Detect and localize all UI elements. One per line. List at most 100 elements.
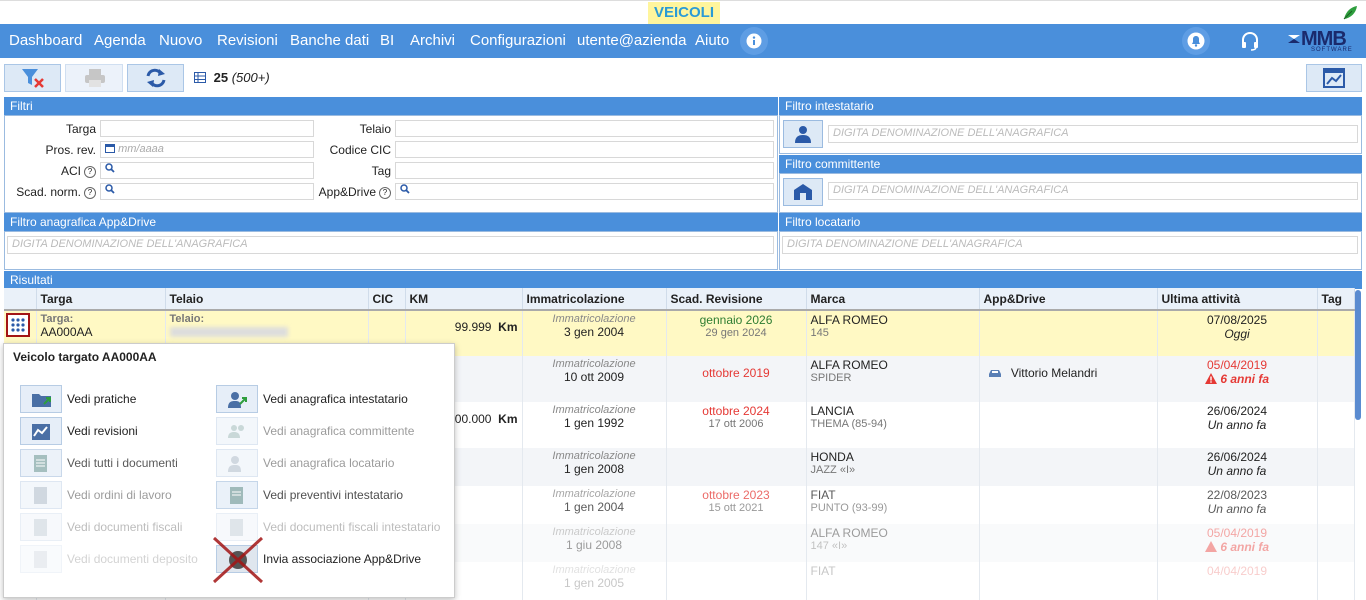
appdrive-cell	[979, 310, 1158, 356]
appdrive-filter-header: Filtro anagrafica App&Drive	[4, 213, 778, 231]
menu-dashboard[interactable]: Dashboard	[9, 24, 82, 58]
aci-search-input[interactable]	[100, 162, 314, 179]
modello-value: THEMA (85-94)	[810, 418, 887, 430]
scad-norm-search-input[interactable]	[100, 183, 314, 200]
menu-archivi[interactable]: Archivi	[410, 24, 455, 58]
appdrive-label-text: App&Drive	[318, 185, 376, 199]
ultima-attivita-cell: 05/04/2019 6 anni fa	[1157, 356, 1318, 402]
marca-value: ALFA ROMEO	[810, 313, 888, 327]
marca-cell: ALFA ROMEO 145	[806, 310, 980, 356]
menu-vedi-tutti-documenti-label: Vedi tutti i documenti	[67, 456, 178, 470]
menu-vedi-documenti-deposito-label: Vedi documenti deposito	[67, 552, 198, 566]
codice-cic-input[interactable]	[395, 141, 774, 158]
col-scad-revisione[interactable]: Scad. Revisione	[666, 288, 807, 310]
support-button[interactable]	[1236, 27, 1264, 55]
rev-value: ottobre 2019	[702, 366, 770, 380]
attivita-relative: Un anno fa	[1207, 464, 1267, 478]
chart-view-button[interactable]	[1306, 64, 1362, 92]
committente-input[interactable]: DIGITA DENOMINAZIONE DELL'ANAGRAFICA	[828, 182, 1358, 200]
menu-vedi-documenti-fiscali-intestatario-label: Vedi documenti fiscali intestatario	[263, 520, 441, 534]
imm-caption: Immatricolazione	[552, 358, 636, 370]
col-targa[interactable]: Targa	[36, 288, 166, 310]
scad-norm-help-icon[interactable]: ?	[84, 186, 96, 199]
menu-nuovo[interactable]: Nuovo	[159, 24, 202, 58]
info-button[interactable]	[740, 27, 768, 55]
menu-user[interactable]: utente@azienda	[577, 24, 686, 58]
menu-bi[interactable]: BI	[380, 24, 394, 58]
people-icon-box	[216, 417, 258, 445]
refresh-button[interactable]	[127, 64, 184, 92]
bell-icon	[1187, 32, 1205, 50]
locatario-input[interactable]: DIGITA DENOMINAZIONE DELL'ANAGRAFICA	[782, 236, 1358, 254]
col-immatricolazione[interactable]: Immatricolazione	[522, 288, 667, 310]
ultima-attivita-cell: 26/06/2024 Un anno fa	[1157, 402, 1318, 448]
appdrive-help-icon[interactable]: ?	[379, 186, 391, 199]
appdrive-anagrafica-input[interactable]: DIGITA DENOMINAZIONE DELL'ANAGRAFICA	[7, 236, 774, 254]
marca-cell: LANCIA THEMA (85-94)	[806, 402, 980, 448]
telaio-label: Telaio	[359, 122, 391, 136]
col-tag[interactable]: Tag	[1317, 288, 1355, 310]
notifications-button[interactable]	[1182, 27, 1210, 55]
building-icon	[794, 184, 812, 200]
tag-cell	[1317, 562, 1355, 600]
clear-filters-button[interactable]	[4, 64, 61, 92]
imm-value: 1 gen 1992	[563, 416, 625, 430]
menu-agenda[interactable]: Agenda	[94, 24, 146, 58]
targa-input[interactable]	[100, 120, 314, 137]
menu-revisioni[interactable]: Revisioni	[217, 24, 278, 58]
marca-value: FIAT	[810, 488, 836, 502]
aci-label-text: ACI	[60, 164, 81, 178]
appdrive-cell	[979, 486, 1158, 524]
col-appdrive[interactable]: App&Drive	[979, 288, 1158, 310]
immatricolazione-cell: Immatricolazione 1 gen 2005	[522, 562, 667, 600]
table-icon	[194, 72, 206, 83]
immatricolazione-cell: Immatricolazione 1 giu 2008	[522, 524, 667, 562]
marca-value: ALFA ROMEO	[810, 358, 888, 372]
warning-icon	[1204, 373, 1217, 384]
modello-value: 147 «I»	[810, 540, 848, 552]
committente-building-button[interactable]	[783, 178, 823, 206]
col-telaio[interactable]: Telaio	[165, 288, 369, 310]
appdrive-label: App&Drive?	[316, 185, 391, 199]
appdrive-cell	[979, 448, 1158, 486]
appdrive-user[interactable]: Vittorio Melandri	[1011, 366, 1097, 380]
menu-configurazioni[interactable]: Configurazioni	[470, 24, 566, 58]
logo-subtext: SOFTWARE	[1311, 47, 1353, 53]
imm-caption: Immatricolazione	[552, 404, 636, 416]
locatario-icon-box	[216, 449, 258, 477]
intestatario-person-button[interactable]	[783, 120, 823, 148]
ultima-attivita-cell: 07/08/2025 Oggi	[1157, 310, 1318, 356]
quote-icon-box	[216, 481, 258, 509]
menu-vedi-anagrafica-committente-label: Vedi anagrafica committente	[263, 424, 415, 438]
row-menu-button[interactable]	[6, 313, 30, 337]
menu-vedi-ordini-lavoro-label: Vedi ordini di lavoro	[67, 488, 172, 502]
menu-banche-dati[interactable]: Banche dati	[290, 24, 369, 58]
targa-label: Targa	[65, 122, 96, 136]
tag-input[interactable]	[395, 162, 774, 179]
chart-window-icon	[1323, 68, 1345, 88]
locatario-filter-header: Filtro locatario	[779, 213, 1362, 231]
print-button[interactable]	[65, 64, 123, 92]
imm-value: 1 gen 2004	[563, 500, 625, 514]
telaio-input[interactable]	[395, 120, 774, 137]
col-cic[interactable]: CIC	[368, 288, 406, 310]
fiscal-doc-icon-box	[20, 513, 62, 541]
aci-help-icon[interactable]: ?	[84, 165, 96, 178]
tag-cell	[1317, 310, 1355, 356]
menu-aiuto[interactable]: Aiuto	[695, 24, 729, 58]
modello-value: PUNTO (93-99)	[810, 502, 888, 514]
quote-document-icon	[230, 487, 243, 504]
leaf-icon	[1343, 6, 1357, 20]
title-bar: VEICOLI	[0, 0, 1366, 25]
table-header-row: Targa Telaio CIC KM Immatricolazione Sca…	[4, 288, 1355, 310]
col-marca[interactable]: Marca	[806, 288, 980, 310]
pros-rev-input[interactable]: mm/aaaa	[100, 141, 314, 158]
col-ultima-attivita[interactable]: Ultima attività	[1157, 288, 1318, 310]
ultima-attivita-cell: 05/04/2019 6 anni fa	[1157, 524, 1318, 562]
col-km[interactable]: KM	[405, 288, 523, 310]
intestatario-input[interactable]: DIGITA DENOMINAZIONE DELL'ANAGRAFICA	[828, 125, 1358, 143]
km-value: 99.999	[454, 320, 492, 334]
appdrive-search-input[interactable]	[395, 183, 774, 200]
results-count-extra: (500+)	[231, 70, 270, 85]
results-scrollbar[interactable]	[1355, 290, 1361, 420]
